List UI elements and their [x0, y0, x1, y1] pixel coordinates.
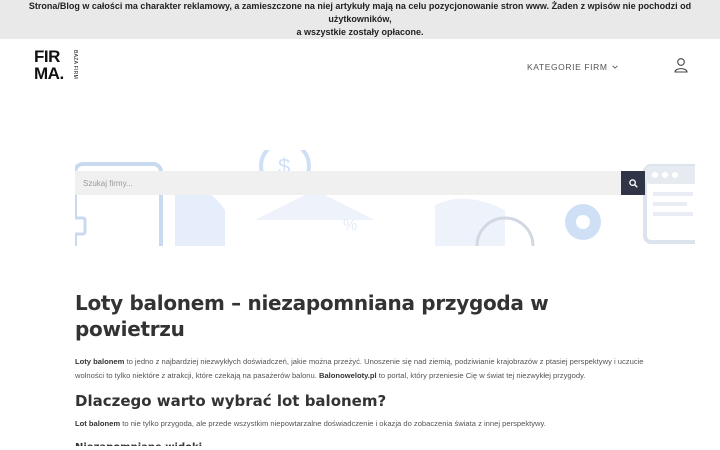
hero-background-art: $ %: [75, 150, 695, 246]
site-logo[interactable]: FIR MA. BAZA FIRM: [34, 47, 78, 90]
hero-illustration: $ %: [75, 150, 695, 246]
site-header: FIR MA. BAZA FIRM KATEGORIE FIRM: [0, 39, 720, 99]
svg-text:%: %: [343, 217, 357, 234]
nav-category-label: KATEGORIE FIRM: [527, 62, 608, 72]
portal-link[interactable]: Balonoweloty.pl: [319, 371, 377, 380]
section-heading: Dlaczego warto wybrać lot balonem?: [75, 392, 387, 410]
user-icon[interactable]: [673, 57, 689, 73]
advertising-notice: Strona/Blog w całości ma charakter rekla…: [0, 0, 720, 39]
search-button[interactable]: [621, 171, 645, 195]
chevron-down-icon: [611, 65, 618, 69]
notice-line-2: a wszystkie zostały opłacone.: [296, 27, 424, 37]
next-section-heading: Niezapomniane widoki: [75, 438, 645, 446]
logo-wordmark: FIR MA.: [34, 47, 64, 83]
section-paragraph: Lot balonem to nie tylko przygoda, ale p…: [75, 419, 546, 428]
company-search-input[interactable]: [75, 171, 621, 195]
article-title: Loty balonem – niezapomniana przygoda w …: [75, 291, 549, 341]
notice-line-1: Strona/Blog w całości ma charakter rekla…: [28, 1, 692, 24]
article-content: Loty balonem – niezapomniana przygoda w …: [75, 290, 645, 446]
search-icon: [628, 178, 638, 188]
nav-category-dropdown[interactable]: KATEGORIE FIRM: [527, 62, 618, 72]
logo-subtitle: BAZA FIRM: [72, 50, 78, 80]
article-intro: Loty balonem to jedno z najbardziej niez…: [75, 357, 644, 380]
